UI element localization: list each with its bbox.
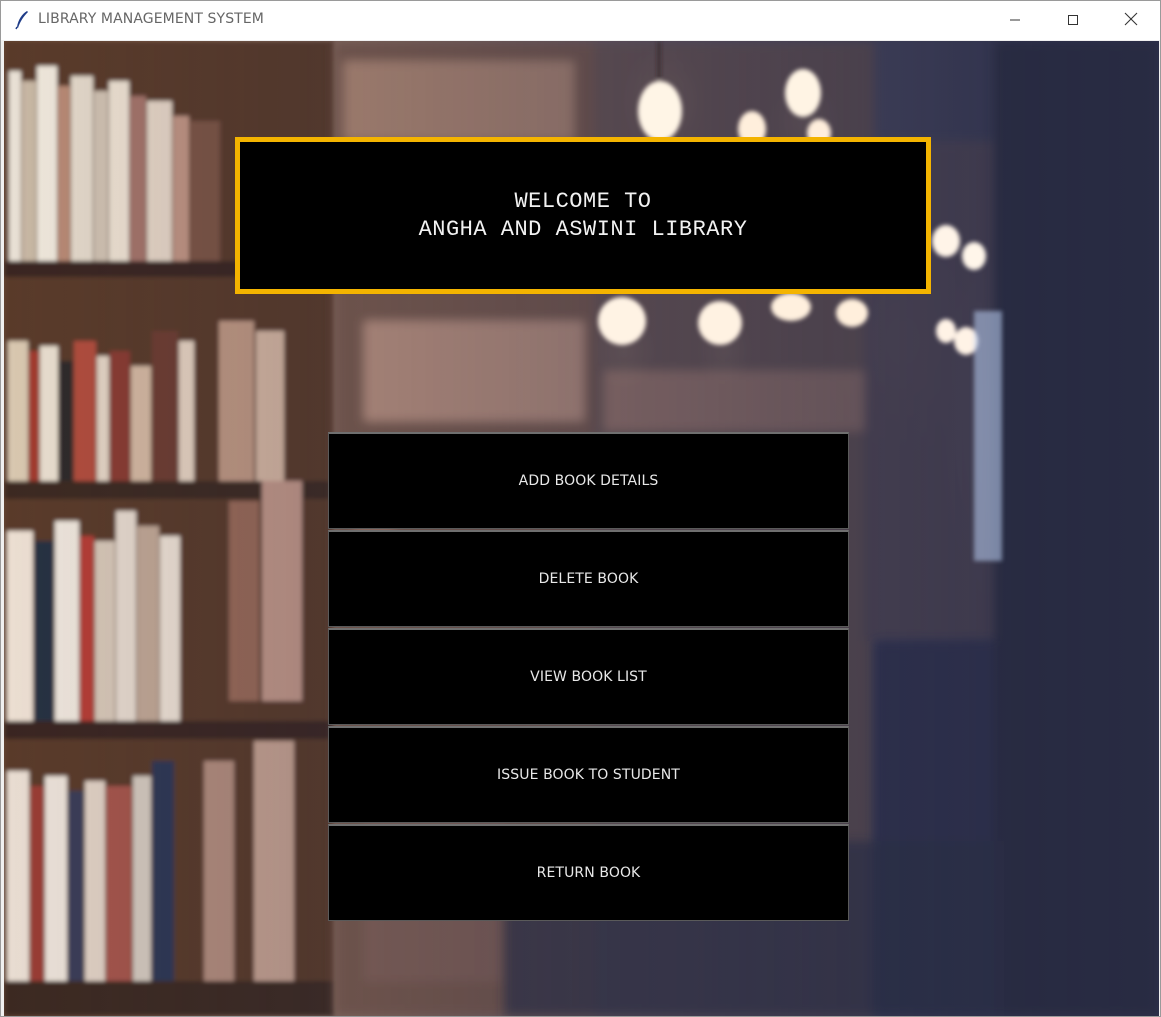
delete-book-button[interactable]: DELETE BOOK <box>328 530 849 627</box>
close-button[interactable] <box>1102 1 1160 40</box>
close-icon <box>1124 11 1138 30</box>
feather-icon <box>13 10 31 30</box>
add-book-details-label: ADD BOOK DETAILS <box>518 473 659 489</box>
maximize-icon <box>1067 11 1079 30</box>
app-window: LIBRARY MANAGEMENT SYSTEM WELCOME TO ANG… <box>0 0 1161 1017</box>
main-menu: ADD BOOK DETAILS DELETE BOOK VIEW BOOK L… <box>328 432 849 922</box>
minimize-button[interactable] <box>986 1 1044 40</box>
minimize-icon <box>1009 11 1021 30</box>
delete-book-label: DELETE BOOK <box>538 571 639 587</box>
banner-title-line1: WELCOME TO <box>514 188 652 214</box>
view-book-list-button[interactable]: VIEW BOOK LIST <box>328 628 849 725</box>
banner-title-line2: ANGHA AND ASWINI LIBRARY <box>418 216 748 242</box>
main-canvas: WELCOME TO ANGHA AND ASWINI LIBRARY ADD … <box>4 41 1159 1016</box>
window-title: LIBRARY MANAGEMENT SYSTEM <box>38 11 264 27</box>
issue-book-to-student-label: ISSUE BOOK TO STUDENT <box>497 767 680 783</box>
title-bar[interactable]: LIBRARY MANAGEMENT SYSTEM <box>1 1 1160 40</box>
add-book-details-button[interactable]: ADD BOOK DETAILS <box>328 432 849 529</box>
welcome-banner: WELCOME TO ANGHA AND ASWINI LIBRARY <box>235 137 931 294</box>
maximize-button[interactable] <box>1044 1 1102 40</box>
view-book-list-label: VIEW BOOK LIST <box>530 669 647 685</box>
return-book-label: RETURN BOOK <box>536 865 641 881</box>
issue-book-to-student-button[interactable]: ISSUE BOOK TO STUDENT <box>328 726 849 823</box>
return-book-button[interactable]: RETURN BOOK <box>328 824 849 921</box>
